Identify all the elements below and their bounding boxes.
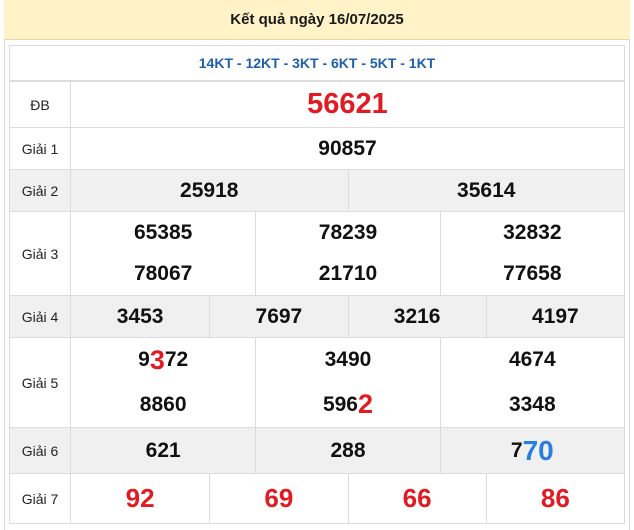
prize-3-number: 77658 <box>439 253 624 295</box>
prize-7-number: 66 <box>347 474 486 523</box>
result-title: Kết quả ngày 16/07/2025 <box>230 11 404 28</box>
prize-7-number: 92 <box>125 483 155 513</box>
prize-label-1: Giải 1 <box>10 128 71 169</box>
prize-2-number: 35614 <box>347 170 625 211</box>
prize-row-special: ĐB 56621 <box>9 81 625 128</box>
prize-4-number: 7697 <box>209 296 347 337</box>
prize-special-number: 56621 <box>307 88 388 120</box>
prize-5-number: 3490 <box>255 338 439 383</box>
prize-label-7: Giải 7 <box>10 474 71 523</box>
prize-5-number: 8860 <box>139 392 187 416</box>
prize-row-6: Giải 6 621 288 7 70 <box>9 428 625 474</box>
prize-6-number: 288 <box>255 428 439 473</box>
prize-6-number: 621 <box>145 438 181 462</box>
prize-row-7: Giải 7 92 69 66 86 <box>9 474 625 524</box>
prize-5-number: 9 3 72 <box>138 344 189 375</box>
prize-row-3: Giải 3 65385 78239 32832 78067 21710 776… <box>9 212 625 296</box>
prize-7-number: 69 <box>209 474 347 523</box>
prize-5-number: 596 2 <box>255 382 439 427</box>
result-header: Kết quả ngày 16/07/2025 <box>4 0 630 40</box>
prize-4-number: 3453 <box>116 304 164 328</box>
highlight-digits: 70 <box>522 434 554 466</box>
ticket-codes: 14KT - 12KT - 3KT - 6KT - 5KT - 1KT <box>9 45 625 81</box>
prize-3-number: 65385 <box>133 220 193 244</box>
prize-3-number: 78067 <box>133 262 193 286</box>
prize-6-number: 7 70 <box>439 428 624 473</box>
prize-label-4: Giải 4 <box>10 296 71 337</box>
ticket-codes-text: 14KT - 12KT - 3KT - 6KT - 5KT - 1KT <box>198 55 436 71</box>
highlight-digit: 3 <box>149 344 165 375</box>
prize-5-number: 3348 <box>439 382 624 427</box>
prize-label-special: ĐB <box>10 82 71 127</box>
prize-2-number: 25918 <box>180 178 239 202</box>
prize-4-number: 3216 <box>347 296 486 337</box>
prize-4-number: 4197 <box>485 296 624 337</box>
prize-label-3: Giải 3 <box>10 212 71 295</box>
prize-3-number: 21710 <box>255 253 439 295</box>
prize-row-5: Giải 5 9 3 72 3490 4674 8860 596 2 3348 <box>9 338 625 428</box>
prize-label-2: Giải 2 <box>10 170 71 211</box>
prize-row-4: Giải 4 3453 7697 3216 4197 <box>9 296 625 338</box>
prize-5-number: 4674 <box>439 338 624 383</box>
highlight-digit: 2 <box>358 389 374 420</box>
prize-3-number: 78239 <box>255 212 439 254</box>
prize-label-5: Giải 5 <box>10 338 71 427</box>
prize-row-1: Giải 1 90857 <box>9 128 625 170</box>
prize-row-2: Giải 2 25918 35614 <box>9 170 625 212</box>
prize-3-number: 32832 <box>439 212 624 254</box>
prize-1-number: 90857 <box>318 136 377 160</box>
prize-7-number: 86 <box>485 474 624 523</box>
prize-label-6: Giải 6 <box>10 428 71 473</box>
